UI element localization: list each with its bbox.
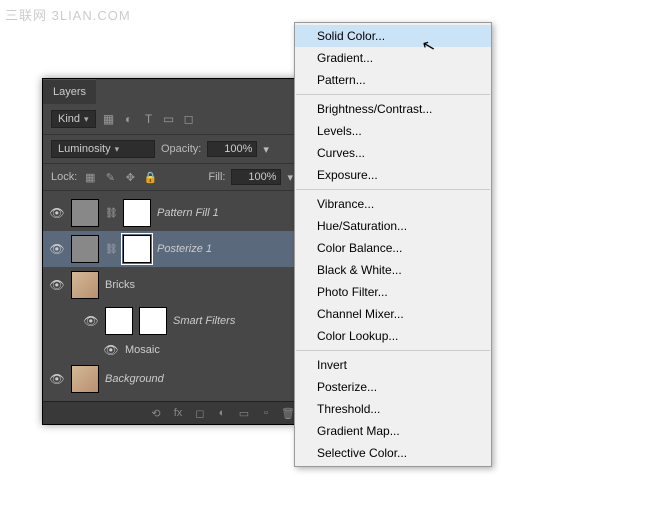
link-icon[interactable]: ⟲ xyxy=(149,406,163,420)
mask-thumb[interactable] xyxy=(123,235,151,263)
fill-label: Fill: xyxy=(208,171,225,183)
menu-item[interactable]: Color Lookup... xyxy=(295,325,491,347)
menu-item[interactable]: Levels... xyxy=(295,120,491,142)
lock-pixels-icon[interactable]: ✎ xyxy=(103,170,117,184)
menu-separator xyxy=(296,94,490,95)
chevron-down-icon: ▾ xyxy=(84,114,89,125)
chevron-down-icon[interactable]: ▾ xyxy=(263,143,269,156)
layer-row[interactable]: 👁 Smart Filters xyxy=(43,303,301,339)
layer-row[interactable]: 👁 ⛓ Posterize 1 xyxy=(43,231,301,267)
fx-icon[interactable]: fx xyxy=(171,406,185,420)
panel-footer: ⟲ fx ◻ ◐ ▭ ▫ 🗑 xyxy=(43,401,301,424)
link-icon[interactable]: ⛓ xyxy=(105,208,117,219)
menu-item[interactable]: Black & White... xyxy=(295,259,491,281)
layer-row[interactable]: 👁 Background xyxy=(43,361,301,397)
adjustment-filter-icon[interactable]: ◐ xyxy=(122,112,136,126)
menu-item[interactable]: Curves... xyxy=(295,142,491,164)
layer-thumb[interactable] xyxy=(71,365,99,393)
chevron-down-icon: ▾ xyxy=(115,144,120,155)
chevron-down-icon[interactable]: ▾ xyxy=(287,171,293,184)
layer-thumb[interactable] xyxy=(71,235,99,263)
filter-toolbar: Kind ▾ ▦ ◐ T ▭ ◻ xyxy=(43,104,301,135)
group-icon[interactable]: ▭ xyxy=(237,406,251,420)
blend-mode-value: Luminosity xyxy=(58,143,111,155)
layers-panel: Layers Kind ▾ ▦ ◐ T ▭ ◻ Luminosity ▾ Opa… xyxy=(42,78,302,425)
menu-item[interactable]: Brightness/Contrast... xyxy=(295,98,491,120)
kind-filter-select[interactable]: Kind ▾ xyxy=(51,110,96,128)
menu-item[interactable]: Threshold... xyxy=(295,398,491,420)
layers-tab[interactable]: Layers xyxy=(43,79,96,104)
new-layer-icon[interactable]: ▫ xyxy=(259,406,273,420)
visibility-icon[interactable]: 👁 xyxy=(49,206,65,220)
layer-row[interactable]: 👁 Bricks xyxy=(43,267,301,303)
menu-item[interactable]: Posterize... xyxy=(295,376,491,398)
fill-input[interactable]: 100% xyxy=(231,169,281,185)
lock-label: Lock: xyxy=(51,171,77,183)
layer-name[interactable]: Pattern Fill 1 xyxy=(157,207,219,219)
opacity-label: Opacity: xyxy=(161,143,201,155)
menu-item[interactable]: Gradient Map... xyxy=(295,420,491,442)
visibility-icon[interactable]: 👁 xyxy=(49,372,65,386)
menu-item[interactable]: Solid Color... xyxy=(295,25,491,47)
layer-name[interactable]: Bricks xyxy=(105,279,135,291)
link-icon[interactable]: ⛓ xyxy=(105,244,117,255)
layer-name[interactable]: Smart Filters xyxy=(173,315,235,327)
menu-item[interactable]: Pattern... xyxy=(295,69,491,91)
lock-row: Lock: ▦ ✎ ✥ 🔒 Fill: 100% ▾ xyxy=(43,164,301,191)
visibility-icon[interactable]: 👁 xyxy=(49,278,65,292)
type-filter-icon[interactable]: T xyxy=(142,112,156,126)
layer-name[interactable]: Background xyxy=(105,373,164,385)
layer-row[interactable]: 👁 ⛓ Pattern Fill 1 xyxy=(43,195,301,231)
blend-row: Luminosity ▾ Opacity: 100% ▾ xyxy=(43,135,301,164)
menu-item[interactable]: Vibrance... xyxy=(295,193,491,215)
layer-name[interactable]: Posterize 1 xyxy=(157,243,212,255)
mask-icon[interactable]: ◻ xyxy=(193,406,207,420)
menu-item[interactable]: Gradient... xyxy=(295,47,491,69)
menu-item[interactable]: Photo Filter... xyxy=(295,281,491,303)
adjustment-layer-menu: Solid Color...Gradient...Pattern... Brigh… xyxy=(294,22,492,467)
blend-mode-select[interactable]: Luminosity ▾ xyxy=(51,140,155,158)
trash-icon[interactable]: 🗑 xyxy=(281,406,295,420)
kind-label: Kind xyxy=(58,113,80,125)
adjustment-icon[interactable]: ◐ xyxy=(215,406,229,420)
menu-item[interactable]: Exposure... xyxy=(295,164,491,186)
menu-item[interactable]: Invert xyxy=(295,354,491,376)
visibility-icon[interactable]: 👁 xyxy=(83,314,99,328)
menu-separator xyxy=(296,350,490,351)
watermark: 三联网 3LIAN.COM xyxy=(5,5,131,24)
layer-thumb[interactable] xyxy=(105,307,133,335)
lock-position-icon[interactable]: ✥ xyxy=(123,170,137,184)
mask-thumb[interactable] xyxy=(139,307,167,335)
layer-list: 👁 ⛓ Pattern Fill 1 👁 ⛓ Posterize 1 👁 Bricks 👁 Sma… xyxy=(43,191,301,401)
layer-thumb[interactable] xyxy=(71,271,99,299)
menu-item[interactable]: Channel Mixer... xyxy=(295,303,491,325)
opacity-input[interactable]: 100% xyxy=(207,141,257,157)
menu-item[interactable]: Color Balance... xyxy=(295,237,491,259)
menu-item[interactable]: Hue/Saturation... xyxy=(295,215,491,237)
pixel-filter-icon[interactable]: ▦ xyxy=(102,112,116,126)
layer-thumb[interactable] xyxy=(71,199,99,227)
mask-thumb[interactable] xyxy=(123,199,151,227)
visibility-icon[interactable]: 👁 xyxy=(49,242,65,256)
menu-item[interactable]: Selective Color... xyxy=(295,442,491,464)
lock-all-icon[interactable]: 🔒 xyxy=(143,170,157,184)
menu-separator xyxy=(296,189,490,190)
shape-filter-icon[interactable]: ▭ xyxy=(162,112,176,126)
layer-name[interactable]: Mosaic xyxy=(125,344,160,356)
smart-filter-icon[interactable]: ◻ xyxy=(182,112,196,126)
lock-transparent-icon[interactable]: ▦ xyxy=(83,170,97,184)
visibility-icon[interactable]: 👁 xyxy=(103,343,119,357)
layer-row[interactable]: 👁 Mosaic xyxy=(43,339,301,361)
